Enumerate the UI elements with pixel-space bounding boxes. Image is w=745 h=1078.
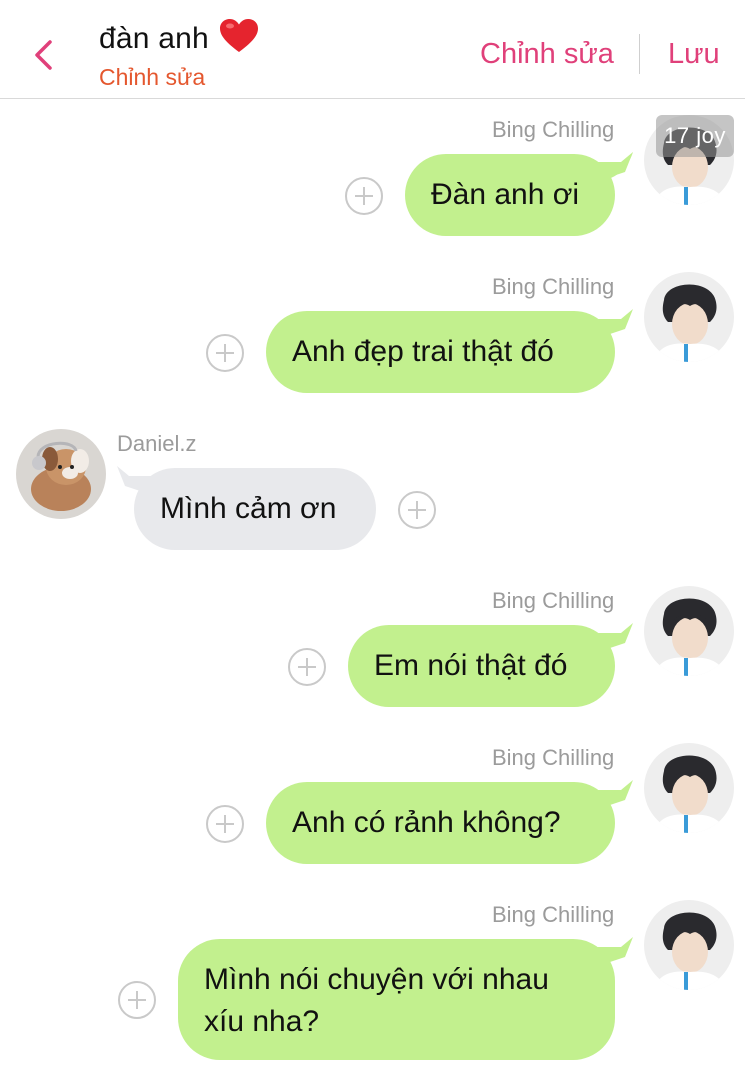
bing-chilling-avatar[interactable] [644, 272, 734, 362]
sender-name: Daniel.z [117, 431, 197, 456]
sender-name: Bing Chilling [492, 745, 615, 770]
add-reaction-button[interactable] [206, 334, 244, 372]
message-bubble[interactable]: Mình nói chuyện với nhau xíu nha? [178, 939, 615, 1060]
bing-chilling-avatar[interactable] [644, 900, 734, 990]
message-bubble[interactable]: Đàn anh ơi [405, 154, 615, 236]
add-reaction-button[interactable] [398, 491, 436, 529]
add-reaction-button[interactable] [345, 177, 383, 215]
save-button[interactable]: Lưu [668, 38, 720, 71]
message-text: Em nói thật đó [374, 649, 568, 682]
message-text: Anh có rảnh không? [292, 806, 561, 839]
sender-name: Bing Chilling [492, 274, 615, 299]
message-text: Mình cảm ơn [160, 492, 337, 525]
chat-header: đàn anh Chỉnh sửa Chỉnh sửa Lưu [0, 0, 745, 99]
bing-chilling-avatar[interactable] [644, 586, 734, 676]
daniel-puppy-avatar[interactable] [16, 429, 106, 519]
header-divider [639, 34, 640, 74]
edit-button[interactable]: Chỉnh sửa [480, 38, 614, 71]
add-reaction-button[interactable] [206, 805, 244, 843]
add-reaction-button[interactable] [288, 648, 326, 686]
chat-screen: đàn anh Chỉnh sửa Chỉnh sửa Lưu Bing Chi… [0, 0, 745, 1078]
avatar-badge: 17 joy [656, 115, 734, 157]
message-bubble[interactable]: Anh đẹp trai thật đó [266, 311, 615, 393]
chat-subtitle-edit[interactable]: Chỉnh sửa [99, 64, 205, 91]
sender-name: Bing Chilling [492, 117, 615, 142]
add-reaction-button[interactable] [118, 981, 156, 1019]
message-text: Anh đẹp trai thật đó [292, 335, 554, 368]
sender-name: Bing Chilling [492, 588, 615, 613]
back-chevron-icon[interactable] [28, 36, 62, 74]
red-heart-icon [219, 19, 258, 52]
sender-name: Bing Chilling [492, 902, 615, 927]
bing-chilling-avatar[interactable] [644, 743, 734, 833]
chat-title-text: đàn anh [99, 22, 209, 55]
message-bubble[interactable]: Mình cảm ơn [134, 468, 376, 550]
message-bubble[interactable]: Em nói thật đó [348, 625, 615, 707]
message-text: Mình nói chuyện với nhau xíu nha? [204, 963, 549, 1038]
message-text: Đàn anh ơi [431, 178, 580, 211]
message-bubble[interactable]: Anh có rảnh không? [266, 782, 615, 864]
chat-title: đàn anh [99, 18, 259, 56]
